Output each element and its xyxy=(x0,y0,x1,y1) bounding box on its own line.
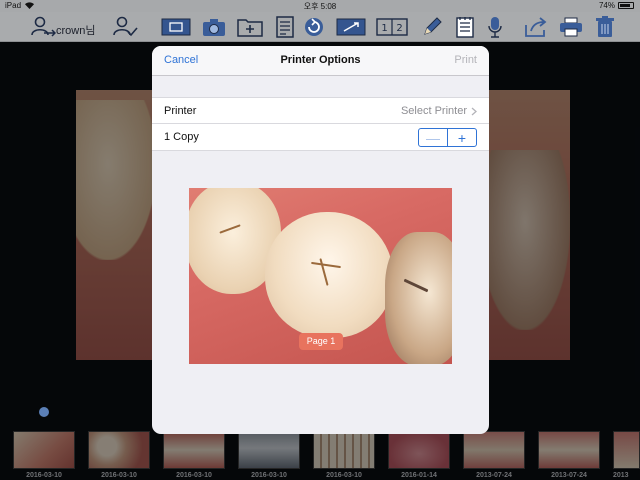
toolbar: crown님 12 xyxy=(0,12,640,42)
pencil-icon[interactable] xyxy=(421,15,443,39)
report-icon[interactable] xyxy=(275,15,295,39)
split-label-2: 2 xyxy=(396,23,402,34)
battery-percent: 74% xyxy=(598,1,615,10)
printer-icon[interactable] xyxy=(559,15,583,39)
user-label[interactable]: crown님 xyxy=(56,22,95,38)
print-button[interactable]: Print xyxy=(454,54,477,66)
add-folder-icon[interactable] xyxy=(237,15,263,39)
printer-value-text: Select Printer xyxy=(400,105,467,117)
microphone-icon[interactable] xyxy=(485,15,505,39)
rotate-icon[interactable] xyxy=(303,15,325,39)
printer-label: Printer xyxy=(164,105,197,117)
increment-button[interactable]: + xyxy=(448,129,476,146)
user-switch-icon[interactable] xyxy=(30,15,56,39)
notes-icon[interactable] xyxy=(455,15,475,39)
page-badge: Page 1 xyxy=(299,333,343,350)
chevron-right-icon xyxy=(471,107,477,115)
status-time: 오후 5:08 xyxy=(303,2,337,11)
split-12-icon[interactable]: 12 xyxy=(376,15,408,39)
preview-tooth-center xyxy=(265,212,393,338)
copies-stepper[interactable]: — + xyxy=(418,128,477,147)
preview-tooth-right xyxy=(385,232,452,364)
user-check-icon[interactable] xyxy=(112,15,138,39)
compare-icon[interactable] xyxy=(336,15,366,39)
dialog-header: Cancel Printer Options Print xyxy=(152,46,489,76)
dialog-title: Printer Options xyxy=(280,54,361,66)
copies-label: 1 Copy xyxy=(164,131,199,143)
capture-icon[interactable] xyxy=(161,15,191,39)
printer-row[interactable]: Printer Select Printer xyxy=(152,97,489,124)
copies-row: 1 Copy — + xyxy=(152,124,489,151)
trash-icon[interactable] xyxy=(594,15,616,39)
share-icon[interactable] xyxy=(524,15,548,39)
camera-icon[interactable] xyxy=(202,15,226,39)
select-printer-value[interactable]: Select Printer xyxy=(401,105,477,117)
page-indicator-dot xyxy=(39,407,49,417)
battery-icon xyxy=(618,2,634,9)
printer-options-dialog: Cancel Printer Options Print Printer Sel… xyxy=(152,46,489,434)
print-preview: Page 1 xyxy=(189,188,452,364)
split-label-1: 1 xyxy=(381,23,387,34)
decrement-button[interactable]: — xyxy=(419,129,448,146)
status-bar: iPad 오후 5:08 74% xyxy=(0,0,640,12)
